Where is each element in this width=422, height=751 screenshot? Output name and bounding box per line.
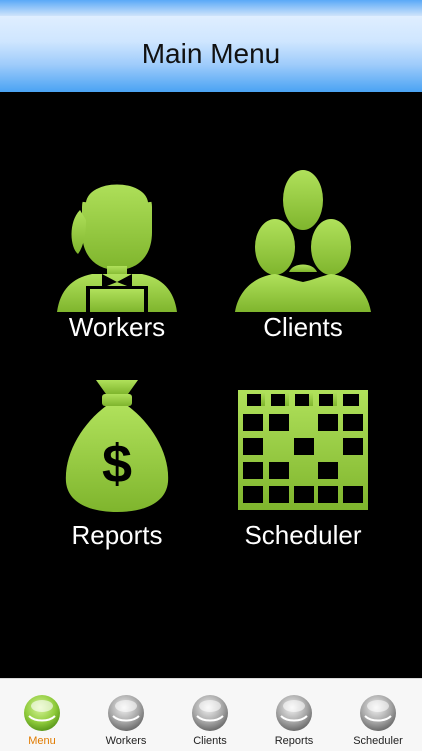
svg-text:$: $ (102, 434, 132, 494)
calendar-grid-icon (238, 390, 368, 510)
clients-label: Clients (263, 312, 343, 342)
tab-workers-label: Workers (105, 735, 147, 747)
reports-label: Reports (71, 520, 163, 550)
scheduler-label: Scheduler (244, 520, 362, 550)
scheduler-tile[interactable]: Scheduler (208, 372, 398, 562)
tab-reports-label: Reports (274, 735, 314, 747)
gray-ball-icon (275, 694, 313, 732)
tab-workers[interactable]: Workers (84, 679, 168, 751)
workers-tile[interactable]: Workers (22, 162, 212, 352)
money-bag-icon: $ (65, 380, 169, 512)
gray-ball-icon (191, 694, 229, 732)
tab-clients-label: Clients (193, 735, 227, 747)
workers-label: Workers (68, 312, 166, 342)
clients-icon (235, 170, 371, 312)
gray-ball-icon (359, 694, 397, 732)
main-menu-grid: Workers Clients $ Reports Scheduler (0, 92, 422, 678)
tab-scheduler-label: Scheduler (353, 735, 403, 747)
bottom-tab-bar: Menu Workers Clients Reports Scheduler (0, 678, 422, 751)
worker-icon (57, 180, 177, 312)
gray-ball-icon (107, 694, 145, 732)
page-title: Main Menu (141, 38, 281, 69)
app-header: Main Menu (0, 0, 422, 92)
tab-menu-label: Menu (28, 735, 56, 747)
green-ball-icon (23, 694, 61, 732)
tab-menu[interactable]: Menu (0, 679, 84, 751)
clients-tile[interactable]: Clients (208, 162, 398, 352)
tab-clients[interactable]: Clients (168, 679, 252, 751)
tab-reports[interactable]: Reports (252, 679, 336, 751)
header-top-strip (0, 0, 422, 16)
tab-scheduler[interactable]: Scheduler (336, 679, 420, 751)
reports-tile[interactable]: $ Reports (22, 372, 212, 562)
